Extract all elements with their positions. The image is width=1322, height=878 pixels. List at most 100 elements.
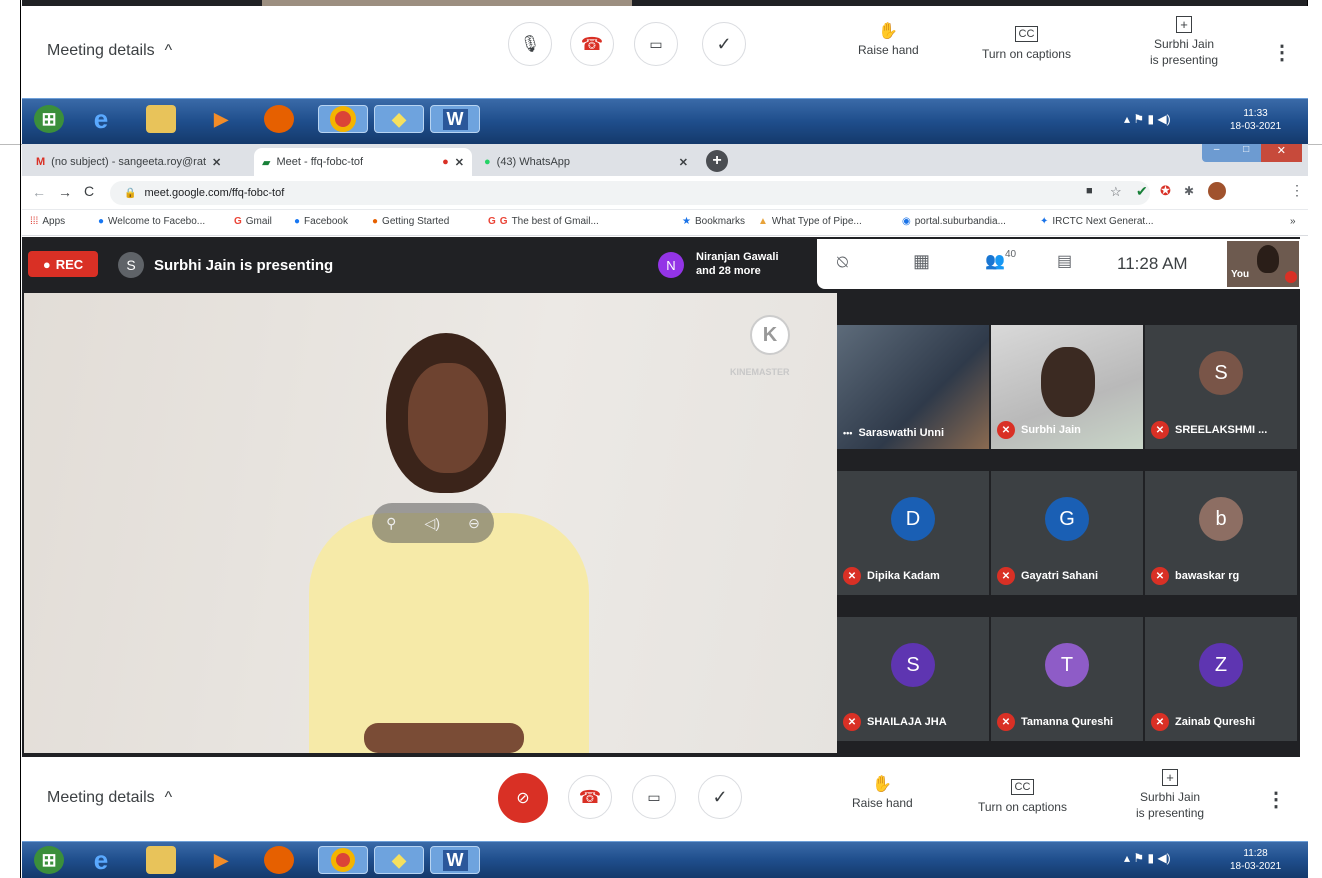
raise-hand-button[interactable]: ✋ Raise hand: [858, 22, 919, 58]
back-icon[interactable]: ←: [32, 184, 46, 200]
firefox-icon[interactable]: [264, 846, 294, 874]
camera-button[interactable]: ▭: [632, 775, 676, 819]
bookmarks-overflow-icon[interactable]: »: [1290, 216, 1296, 227]
chrome-icon[interactable]: [318, 846, 368, 874]
participant-tile[interactable]: S ✕ SREELAKSHMI ...: [1145, 325, 1297, 449]
bookmark-getting-started[interactable]: ● Getting Started: [372, 216, 449, 227]
bookmark-welcome-facebook[interactable]: ● Welcome to Facebo...: [98, 216, 205, 227]
self-view-thumbnail[interactable]: You: [1227, 241, 1299, 287]
google-icon: G: [499, 216, 508, 227]
minimize-icon[interactable]: –: [1202, 144, 1231, 162]
camera-button[interactable]: ▭: [634, 22, 678, 66]
participant-tile[interactable]: b ✕ bawaskar rg: [1145, 471, 1297, 595]
mic-button[interactable]: 🎙: [508, 22, 552, 66]
window-close-icon[interactable]: ✕: [1260, 144, 1302, 162]
folder-icon[interactable]: [146, 846, 176, 874]
chat-icon[interactable]: ▤: [1057, 251, 1072, 271]
end-call-button[interactable]: ☎: [568, 775, 612, 819]
bookmark-best-of-gmail[interactable]: G G The best of Gmail...: [488, 216, 599, 227]
participant-avatar: S: [1199, 351, 1243, 395]
layout-grid-icon[interactable]: ▦: [913, 251, 930, 272]
more-options-icon[interactable]: ⋮: [1272, 40, 1292, 65]
extension-check-icon[interactable]: ✔: [1136, 183, 1148, 200]
word-icon[interactable]: W: [430, 846, 480, 874]
bookmark-apps[interactable]: ⁞⁞⁞ Apps: [30, 216, 65, 227]
pin-icon[interactable]: ⚲: [386, 515, 396, 532]
presenting-button[interactable]: + Surbhi Jain is presenting: [1136, 769, 1204, 821]
participant-tile[interactable]: ••• Saraswathi Unni: [837, 325, 989, 449]
extension-icon[interactable]: ✪: [1160, 183, 1171, 199]
raise-hand-button[interactable]: ✋ Raise hand: [852, 775, 913, 811]
profile-avatar[interactable]: [1208, 182, 1226, 200]
tray-icons[interactable]: ▴ ⚑ ▮ ◀): [1124, 852, 1171, 865]
bookmark-facebook[interactable]: ● Facebook: [294, 216, 348, 227]
bookmark-irctc[interactable]: ✦ IRCTC Next Generat...: [1040, 216, 1154, 227]
chevron-up-icon: ^: [164, 42, 173, 59]
bookmark-pipe[interactable]: ▲ What Type of Pipe...: [758, 216, 862, 227]
people-icon[interactable]: 👥: [985, 251, 1005, 271]
meeting-details-button[interactable]: Meeting details ^: [47, 789, 172, 807]
firefox-icon[interactable]: [264, 105, 294, 133]
folder-icon[interactable]: [146, 105, 176, 133]
clock-top[interactable]: 11:33 18-03-2021: [1230, 107, 1281, 133]
participant-name: Gayatri Sahani: [1021, 570, 1099, 582]
participant-tile[interactable]: S ✕ SHAILAJA JHA: [837, 617, 989, 741]
camera-indicator-icon[interactable]: ■: [1086, 185, 1093, 197]
participant-tile[interactable]: ✕ Surbhi Jain: [991, 325, 1143, 449]
browser-menu-icon[interactable]: ⋮: [1290, 182, 1304, 199]
captions-icon: CC: [1010, 779, 1035, 795]
check-button[interactable]: ✓: [698, 775, 742, 819]
start-button[interactable]: ⊞: [34, 105, 64, 133]
close-icon[interactable]: ✕: [679, 156, 688, 169]
tab-meet[interactable]: ▰ Meet - ffq-fobc-tof ● ✕: [254, 148, 472, 176]
ie-icon[interactable]: e: [86, 104, 116, 134]
mic-muted-button[interactable]: ⊘: [498, 773, 548, 823]
clock-bottom[interactable]: 11:28 18-03-2021: [1230, 847, 1281, 873]
tab-whatsapp[interactable]: ● (43) WhatsApp ✕: [476, 148, 696, 176]
volume-icon[interactable]: ◁): [425, 515, 440, 532]
bookmark-gmail[interactable]: G Gmail: [234, 216, 272, 227]
chrome-icon[interactable]: [318, 105, 368, 133]
taskbar-top: ⊞ e ▶ ◆ W ▴ ⚑ ▮ ◀) 11:33 18-03-2021: [22, 98, 1308, 144]
messenger-icon[interactable]: ◆: [374, 105, 424, 133]
remove-icon[interactable]: ⊖: [468, 515, 480, 532]
ie-icon[interactable]: e: [86, 845, 116, 875]
participant-tile[interactable]: G ✕ Gayatri Sahani: [991, 471, 1143, 595]
check-button[interactable]: ✓: [702, 22, 746, 66]
media-player-icon[interactable]: ▶: [206, 846, 236, 874]
meeting-details-button[interactable]: Meeting details ^: [47, 42, 172, 60]
participant-tile[interactable]: Z ✕ Zainab Qureshi: [1145, 617, 1297, 741]
tray-icons[interactable]: ▴ ⚑ ▮ ◀): [1124, 113, 1171, 126]
puzzle-icon[interactable]: ✱: [1184, 184, 1194, 198]
start-button[interactable]: ⊞: [34, 846, 64, 874]
url-field[interactable]: 🔒 meet.google.com/ffq-fobc-tof: [110, 181, 1150, 205]
presentation-video[interactable]: K KINEMASTER ⚲ ◁) ⊖: [24, 293, 837, 753]
presenting-title: Surbhi Jain is presenting: [154, 257, 334, 274]
forward-icon[interactable]: →: [58, 184, 72, 200]
close-icon[interactable]: ✕: [455, 156, 464, 169]
media-player-icon[interactable]: ▶: [206, 105, 236, 133]
apps-grid-icon: ⁞⁞⁞: [30, 216, 39, 227]
star-icon[interactable]: ☆: [1110, 184, 1122, 200]
maximize-icon[interactable]: □: [1231, 144, 1260, 162]
bookmark-portal[interactable]: ◉ portal.suburbandia...: [902, 216, 1006, 227]
participant-tile[interactable]: T ✕ Tamanna Qureshi: [991, 617, 1143, 741]
presenter-face: [408, 363, 488, 473]
bookmark-bookmarks[interactable]: ★ Bookmarks: [682, 216, 745, 227]
messenger-icon[interactable]: ◆: [374, 846, 424, 874]
end-call-button[interactable]: ☎: [570, 22, 614, 66]
bookmark-label: What Type of Pipe...: [771, 216, 862, 227]
new-tab-button[interactable]: +: [706, 150, 728, 172]
tab-gmail[interactable]: M (no subject) - sangeeta.roy@rat ✕: [28, 148, 250, 176]
participant-tile[interactable]: D ✕ Dipika Kadam: [837, 471, 989, 595]
mic-off-icon[interactable]: ⍉: [837, 252, 848, 273]
captions-button[interactable]: CC Turn on captions: [982, 26, 1071, 62]
more-options-icon[interactable]: ⋮: [1266, 787, 1286, 812]
reload-icon[interactable]: C: [84, 183, 94, 199]
date-label: 18-03-2021: [1230, 121, 1282, 132]
captions-button[interactable]: CC Turn on captions: [978, 779, 1067, 815]
presenting-button[interactable]: + Surbhi Jain is presenting: [1150, 16, 1218, 68]
word-icon[interactable]: W: [430, 105, 480, 133]
close-icon[interactable]: ✕: [212, 156, 221, 169]
chevron-up-icon: ^: [164, 789, 173, 806]
